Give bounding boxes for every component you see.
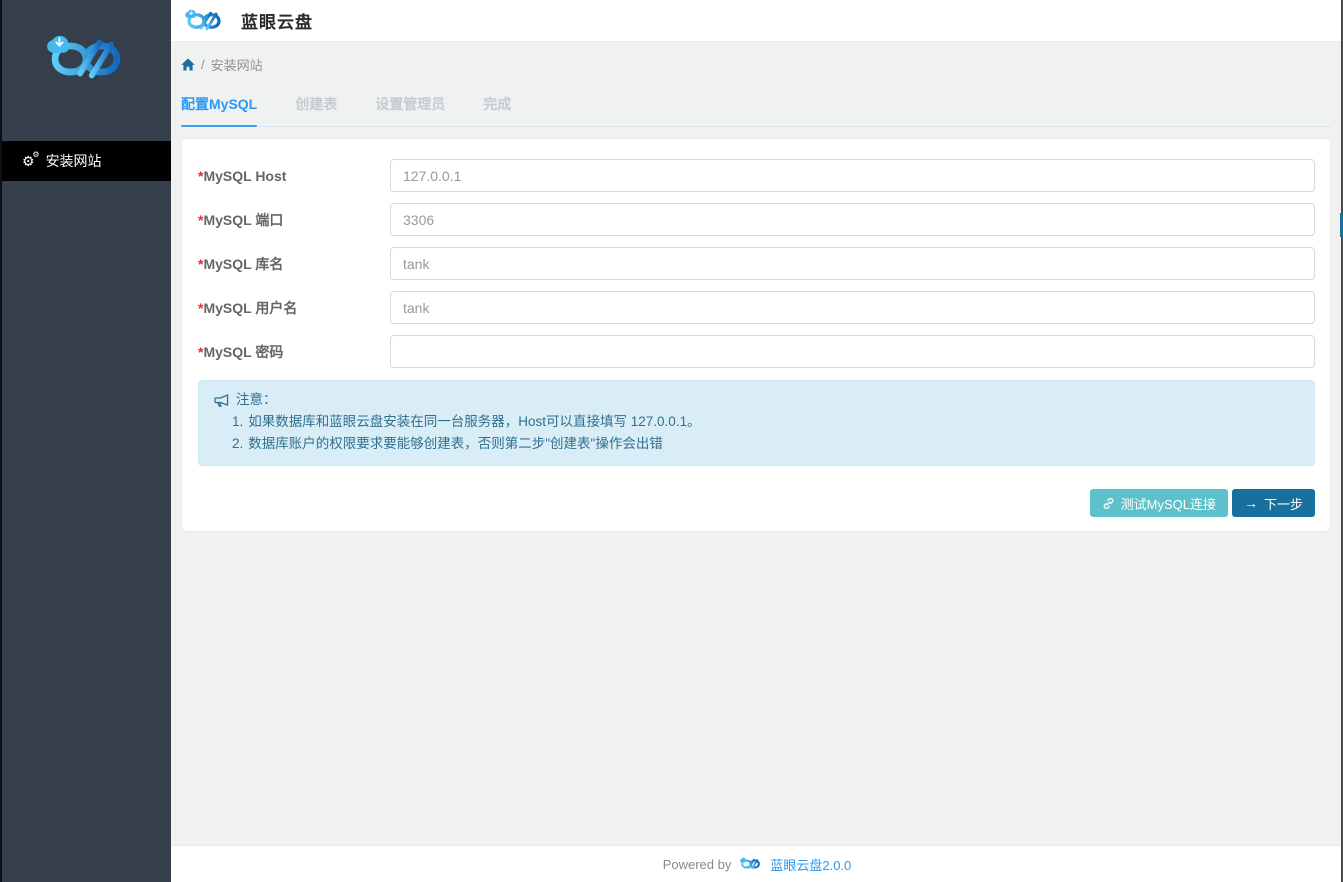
mysql-password-label: *MySQL 密码 [198, 342, 390, 362]
info-alert-item: 1.如果数据库和蓝眼云盘安装在同一台服务器，Host可以直接填写 127.0.0… [232, 413, 1299, 431]
window-left-edge [0, 0, 2, 882]
mysql-port-input[interactable] [390, 203, 1315, 236]
form-row-mysql-database: *MySQL 库名 [198, 247, 1315, 280]
test-mysql-connection-button[interactable]: 测试MySQL连接 [1090, 489, 1228, 517]
mysql-host-label: *MySQL Host [198, 168, 390, 184]
gears-icon: ⚙ ⚙ [22, 154, 35, 168]
breadcrumb-separator: / [201, 57, 205, 72]
action-button-row: 测试MySQL连接 → 下一步 [198, 489, 1315, 517]
sidebar: ⚙ ⚙ 安装网站 [0, 0, 171, 882]
form-row-mysql-host: *MySQL Host [198, 159, 1315, 192]
form-row-mysql-port: *MySQL 端口 [198, 203, 1315, 236]
form-row-mysql-username: *MySQL 用户名 [198, 291, 1315, 324]
sidebar-item-install-site[interactable]: ⚙ ⚙ 安装网站 [0, 141, 171, 181]
app-logo-icon [179, 7, 229, 35]
top-header: 蓝眼云盘 [171, 0, 1343, 42]
info-alert-title: 注意： [214, 391, 1299, 409]
tab-finish: 完成 [483, 90, 511, 126]
form-row-mysql-password: *MySQL 密码 [198, 335, 1315, 368]
mysql-password-input[interactable] [390, 335, 1315, 368]
mysql-host-input[interactable] [390, 159, 1315, 192]
app-title: 蓝眼云盘 [241, 8, 313, 33]
link-icon [1102, 497, 1115, 510]
tab-create-tables: 创建表 [295, 90, 337, 126]
app-logo-icon [34, 30, 138, 88]
bullhorn-icon [214, 394, 229, 407]
wizard-tabs: 配置MySQL 创建表 设置管理员 完成 [181, 90, 1331, 127]
mysql-username-label: *MySQL 用户名 [198, 298, 390, 318]
mysql-username-input[interactable] [390, 291, 1315, 324]
app-window: ⚙ ⚙ 安装网站 蓝眼云盘 / 安装网站 配置MySQL [0, 0, 1343, 882]
mysql-config-panel: *MySQL Host *MySQL 端口 *MySQL 库名 *MySQL 用… [181, 138, 1331, 532]
info-alert: 注意： 1.如果数据库和蓝眼云盘安装在同一台服务器，Host可以直接填写 127… [198, 380, 1315, 466]
powered-by-text: Powered by [663, 857, 732, 872]
sidebar-item-label: 安装网站 [46, 151, 102, 171]
footer: Powered by 蓝眼云盘2.0.0 [171, 845, 1343, 882]
mysql-database-label: *MySQL 库名 [198, 254, 390, 274]
breadcrumb-current: 安装网站 [211, 55, 263, 74]
brand-version-link[interactable]: 蓝眼云盘2.0.0 [770, 855, 851, 874]
arrow-right-icon: → [1244, 496, 1258, 510]
tab-configure-mysql[interactable]: 配置MySQL [181, 90, 257, 126]
mysql-database-input[interactable] [390, 247, 1315, 280]
mysql-port-label: *MySQL 端口 [198, 210, 390, 230]
info-alert-item: 2.数据库账户的权限要求要能够创建表，否则第二步"创建表"操作会出错 [232, 435, 1299, 453]
breadcrumb: / 安装网站 [181, 55, 263, 74]
tab-set-admin: 设置管理员 [375, 90, 445, 126]
app-logo-icon [737, 856, 764, 872]
next-step-button[interactable]: → 下一步 [1232, 489, 1315, 517]
home-icon[interactable] [181, 58, 195, 71]
